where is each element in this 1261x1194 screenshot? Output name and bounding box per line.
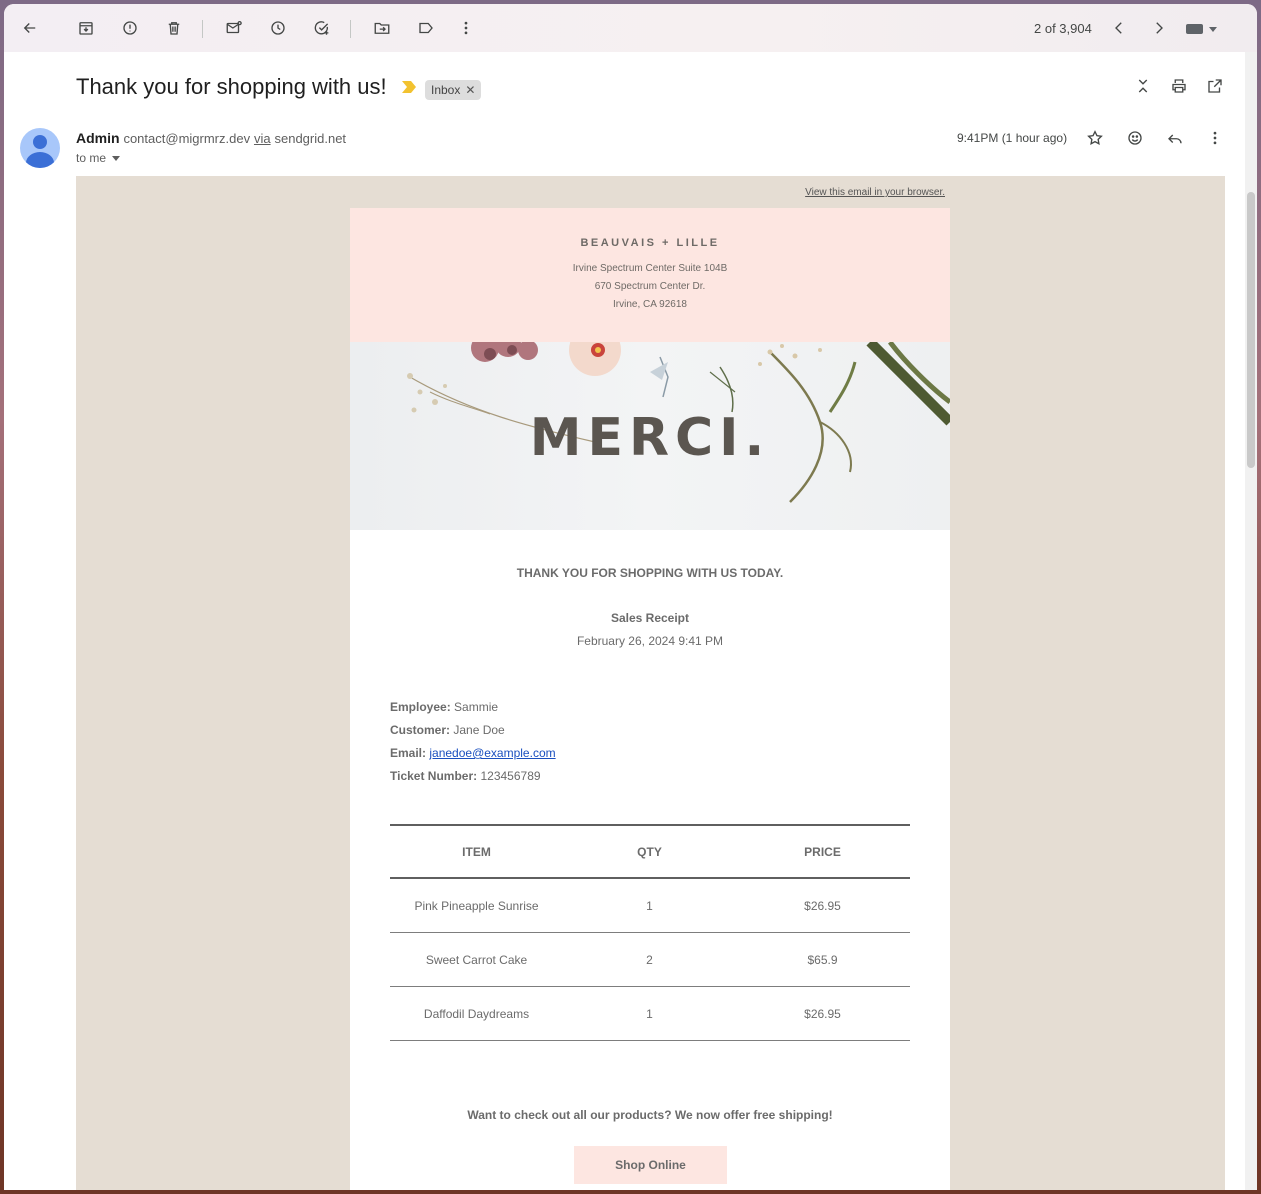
- store-address: Irvine Spectrum Center Suite 104B 670 Sp…: [350, 260, 950, 314]
- promo-text: Want to check out all our products? We n…: [467, 1108, 833, 1122]
- brand-name: BEAUVAIS + LILLE: [580, 237, 720, 249]
- recipient-details-toggle[interactable]: to me: [76, 151, 121, 165]
- customer-label: Customer:: [390, 723, 451, 737]
- ticket-value: 123456789: [480, 769, 541, 783]
- employee-value: Sammie: [454, 700, 499, 714]
- recipient-text: to me: [76, 151, 107, 165]
- sender-address: contact@migrmrz.dev: [123, 131, 251, 146]
- view-in-browser-link[interactable]: View this email in your browser.: [805, 187, 945, 198]
- more-options-icon[interactable]: [1204, 127, 1226, 149]
- emoji-reaction-icon[interactable]: [1124, 127, 1146, 149]
- snooze-icon[interactable]: [266, 16, 290, 40]
- newer-chevron-left-icon[interactable]: [1107, 16, 1131, 40]
- pagination-count: 2 of 3,904: [1034, 21, 1092, 36]
- employee-label: Employee:: [390, 700, 451, 714]
- sender-name[interactable]: Admin: [76, 130, 120, 146]
- item-qty: 1: [646, 898, 653, 913]
- older-chevron-right-icon[interactable]: [1147, 16, 1171, 40]
- email-timestamp: 9:41PM (1 hour ago): [957, 131, 1068, 145]
- employee-line: Employee: Sammie: [390, 696, 556, 719]
- items-table: ITEM QTY PRICE Pink Pineapple Sunrise 1 …: [390, 824, 910, 1041]
- avatar-body: [26, 152, 54, 168]
- ticket-line: Ticket Number: 123456789: [390, 765, 556, 788]
- important-marker-icon[interactable]: [402, 81, 416, 93]
- toolbar: 2 of 3,904: [4, 4, 1257, 52]
- email-subject: Thank you for shopping with us!: [76, 74, 387, 99]
- item-name: Pink Pineapple Sunrise: [414, 898, 539, 913]
- customer-email-link[interactable]: janedoe@example.com: [429, 746, 555, 760]
- dropdown-arrow-icon: [1209, 26, 1217, 32]
- table-row: Sweet Carrot Cake 2 $65.9: [390, 933, 910, 987]
- label-chip-inbox: Inbox ✕: [425, 80, 482, 100]
- scrollbar[interactable]: [1245, 52, 1257, 1190]
- item-price: $26.95: [804, 898, 841, 913]
- address-line: 670 Spectrum Center Dr.: [594, 281, 706, 292]
- shop-online-button[interactable]: Shop Online: [574, 1146, 727, 1184]
- item-name: Sweet Carrot Cake: [425, 952, 528, 967]
- avatar[interactable]: [20, 128, 60, 168]
- delete-icon[interactable]: [162, 16, 186, 40]
- hero-title: MERCI.: [529, 408, 771, 468]
- add-to-tasks-icon[interactable]: [310, 16, 334, 40]
- mark-unread-icon[interactable]: [222, 16, 246, 40]
- input-tools-button[interactable]: [1186, 22, 1222, 36]
- scrollbar-thumb[interactable]: [1247, 192, 1255, 468]
- avatar-head: [33, 135, 47, 149]
- report-spam-icon[interactable]: [118, 16, 142, 40]
- receipt-card: BEAUVAIS + LILLE Irvine Spectrum Center …: [350, 208, 950, 1190]
- via-domain: sendgrid.net: [274, 131, 347, 146]
- column-header: QTY: [637, 844, 662, 859]
- collapse-all-icon[interactable]: [1132, 75, 1154, 97]
- address-line: Irvine Spectrum Center Suite 104B: [572, 263, 728, 274]
- more-vert-icon[interactable]: [454, 16, 478, 40]
- keyboard-icon: [1186, 24, 1203, 34]
- item-price: $26.95: [804, 1006, 841, 1021]
- hero-banner: MERCI.: [350, 342, 950, 530]
- archive-icon[interactable]: [74, 16, 98, 40]
- chevron-down-icon: [112, 155, 121, 161]
- item-qty: 2: [646, 952, 653, 967]
- column-header: PRICE: [804, 844, 841, 859]
- back-arrow-icon[interactable]: [18, 16, 42, 40]
- brand-header: BEAUVAIS + LILLE Irvine Spectrum Center …: [350, 208, 950, 342]
- email-body: View this email in your browser. BEAUVAI…: [76, 176, 1225, 1190]
- table-header: ITEM QTY PRICE: [390, 824, 910, 879]
- customer-line: Customer: Jane Doe: [390, 719, 556, 742]
- toolbar-divider: [202, 20, 203, 38]
- table-row: Pink Pineapple Sunrise 1 $26.95: [390, 879, 910, 933]
- receipt-date: February 26, 2024 9:41 PM: [576, 634, 724, 648]
- email-label: Email:: [390, 746, 427, 760]
- email-line: Email: janedoe@example.com: [390, 742, 556, 765]
- sender-line: Admin contact@migrmrz.dev via sendgrid.n…: [76, 130, 346, 146]
- ticket-label: Ticket Number:: [390, 769, 478, 783]
- gmail-window: 2 of 3,904 Thank you for shopping with u…: [4, 4, 1257, 1190]
- labels-icon[interactable]: [414, 16, 438, 40]
- move-to-icon[interactable]: [370, 16, 394, 40]
- receipt-title: Sales Receipt: [610, 611, 690, 625]
- thanks-heading: THANK YOU FOR SHOPPING WITH US TODAY.: [516, 566, 784, 580]
- customer-value: Jane Doe: [453, 723, 505, 737]
- item-name: Daffodil Daydreams: [423, 1006, 530, 1021]
- address-line: Irvine, CA 92618: [613, 299, 687, 310]
- item-price: $65.9: [807, 952, 838, 967]
- table-row: Daffodil Daydreams 1 $26.95: [390, 987, 910, 1041]
- column-header: ITEM: [462, 844, 491, 859]
- label-chip-text: Inbox: [431, 83, 461, 97]
- open-new-window-icon[interactable]: [1204, 75, 1226, 97]
- toolbar-divider: [350, 20, 351, 38]
- star-icon[interactable]: [1084, 127, 1106, 149]
- print-icon[interactable]: [1168, 75, 1190, 97]
- via-link[interactable]: via: [254, 131, 271, 146]
- receipt-info: Employee: Sammie Customer: Jane Doe Emai…: [390, 696, 556, 788]
- reply-icon[interactable]: [1164, 127, 1186, 149]
- item-qty: 1: [646, 1006, 653, 1021]
- remove-label-icon[interactable]: ✕: [465, 83, 475, 97]
